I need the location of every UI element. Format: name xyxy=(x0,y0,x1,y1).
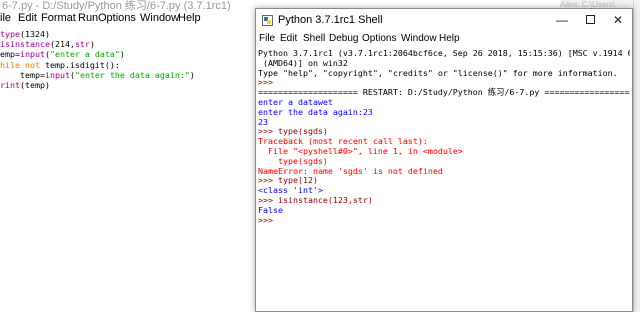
code-line: hile not temp.isdigit(): xyxy=(0,60,255,70)
menu-shell[interactable]: Shell xyxy=(303,33,325,44)
shell-line: >>> xyxy=(258,214,278,225)
editor-code-area[interactable]: type(1324) isinstance(214,str) emp=input("… xyxy=(0,29,255,90)
editor-menu-file[interactable]: ile xyxy=(0,12,11,24)
close-button[interactable]: ✕ xyxy=(604,11,632,29)
code-token: ) xyxy=(189,69,195,80)
code-token: (temp) xyxy=(19,80,50,91)
editor-menubar: ile Edit Format Run Options Window Help xyxy=(0,12,260,26)
code-token: hile not xyxy=(0,59,40,70)
code-line: temp=input("enter the data again:") xyxy=(0,70,255,80)
code-token: rint xyxy=(0,80,20,91)
shell-line: Type "help", "copyright", "credits" or "… xyxy=(258,67,618,78)
maximize-button[interactable] xyxy=(576,11,604,29)
background-window-title: Ailes: C:\Users\ xyxy=(560,0,640,7)
shell-line: >>> isinstance(123,str) xyxy=(258,194,373,205)
code-token: emp= xyxy=(0,49,20,60)
shell-menubar: File Edit Shell Debug Options Window Hel… xyxy=(256,33,632,47)
code-token: type xyxy=(0,29,20,39)
code-token: temp.isdigit(): xyxy=(39,59,120,70)
code-token: (1324) xyxy=(19,29,50,39)
menu-edit[interactable]: Edit xyxy=(280,33,297,44)
code-line: rint(temp) xyxy=(0,80,255,90)
editor-menu-run[interactable]: Run xyxy=(78,12,98,24)
menu-help[interactable]: Help xyxy=(439,33,460,44)
maximize-icon xyxy=(585,14,595,24)
code-token: temp= xyxy=(0,69,45,80)
code-token: ) xyxy=(119,49,125,60)
editor-menu-window[interactable]: Window xyxy=(140,12,179,24)
shell-title: Python 3.7.1rc1 Shell xyxy=(278,14,383,26)
code-token: input xyxy=(19,49,45,60)
code-line: isinstance(214,str) xyxy=(0,39,255,49)
background-window-edge xyxy=(633,0,640,312)
code-line: emp=input("enter a data") xyxy=(0,49,255,59)
code-token: str xyxy=(74,39,90,50)
code-line: type(1324) xyxy=(0,29,255,39)
menu-window[interactable]: Window xyxy=(401,33,437,44)
code-token: input xyxy=(44,69,70,80)
code-token: "enter a data" xyxy=(49,49,120,60)
minimize-button[interactable]: — xyxy=(548,11,576,29)
menu-debug[interactable]: Debug xyxy=(329,33,358,44)
code-token: "enter the data again:" xyxy=(74,69,190,80)
menu-options[interactable]: Options xyxy=(362,33,396,44)
code-token: isinstance xyxy=(0,39,50,50)
python-icon xyxy=(262,15,273,26)
editor-menu-edit[interactable]: Edit xyxy=(18,12,37,24)
shell-output[interactable]: Python 3.7.1rc1 (v3.7.1rc1:2064bcf6ce, S… xyxy=(258,49,630,311)
shell-line: enter the data again:23 xyxy=(258,106,373,117)
editor-menu-format[interactable]: Format xyxy=(41,12,76,24)
code-token: (214, xyxy=(49,39,75,50)
editor-menu-options[interactable]: Options xyxy=(98,12,136,24)
shell-line: False xyxy=(258,204,283,215)
code-token: ) xyxy=(89,39,95,50)
shell-titlebar[interactable]: Python 3.7.1rc1 Shell — ✕ xyxy=(256,9,632,33)
menu-file[interactable]: File xyxy=(259,33,275,44)
editor-menu-help[interactable]: Help xyxy=(178,12,201,24)
shell-window: Python 3.7.1rc1 Shell — ✕ File Edit Shel… xyxy=(255,8,633,312)
